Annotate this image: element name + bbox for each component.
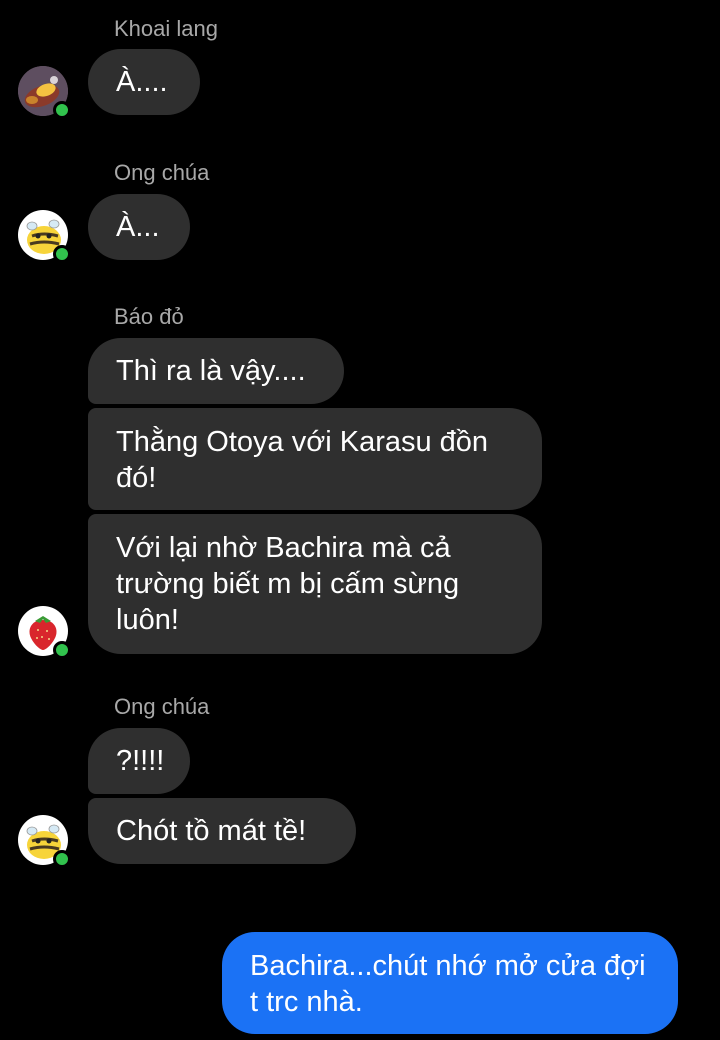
message-text: À.... <box>116 66 168 98</box>
message-bubble[interactable]: ?!!!! <box>88 728 190 794</box>
sender-name-ong-chua: Ong chúa <box>114 694 210 719</box>
message-bubble[interactable]: Với lại nhờ Bachira mà cả trường biết m … <box>88 514 542 654</box>
message-bubble[interactable]: Thì ra là vậy.... <box>88 338 344 404</box>
message-text: Với lại nhờ Bachira mà cả trường biết m … <box>116 532 460 636</box>
sender-name-khoai-lang: Khoai lang <box>114 16 218 41</box>
message-text: Thì ra là vậy.... <box>116 355 306 387</box>
online-indicator <box>53 641 71 659</box>
online-indicator <box>53 850 71 868</box>
outgoing-message-bubble[interactable]: Bachira...chút nhớ mở cửa đợi t trc nhà. <box>222 932 678 1034</box>
online-indicator <box>53 245 71 263</box>
message-text: Chót tồ mát tề! <box>116 815 307 847</box>
message-bubble[interactable]: Thằng Otoya với Karasu đồn đó! <box>88 408 542 510</box>
message-text: Bachira...chút nhớ mở cửa đợi t trc nhà. <box>250 950 646 1018</box>
message-text: Thằng Otoya với Karasu đồn đó! <box>116 426 489 494</box>
message-text: ?!!!! <box>116 745 165 777</box>
online-indicator <box>53 101 71 119</box>
message-bubble[interactable]: À.... <box>88 49 200 115</box>
message-bubble[interactable]: Chót tồ mát tề! <box>88 798 356 864</box>
sender-name-ong-chua: Ong chúa <box>114 160 210 185</box>
message-text: À... <box>116 211 160 243</box>
sender-name-bao-do: Báo đỏ <box>114 304 184 329</box>
message-bubble[interactable]: À... <box>88 194 190 260</box>
